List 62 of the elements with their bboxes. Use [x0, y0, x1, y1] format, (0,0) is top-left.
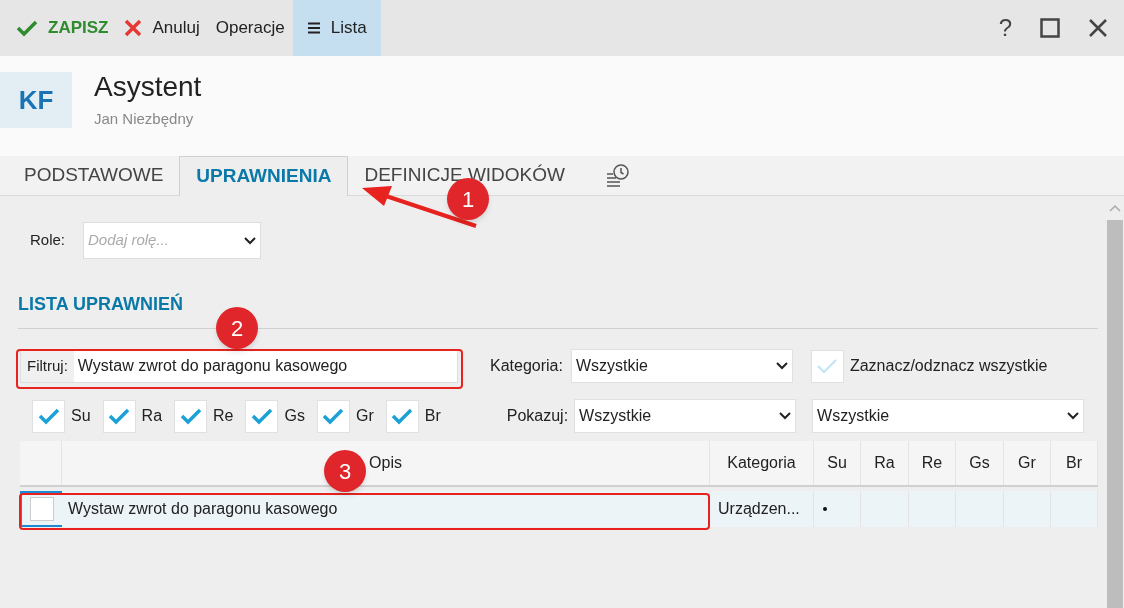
checkbox-label: Re: [213, 406, 234, 426]
checkmark-icon: [37, 407, 60, 425]
checkbox[interactable]: [174, 399, 208, 433]
checkbox[interactable]: [30, 497, 54, 521]
chevron-down-icon: [775, 362, 788, 370]
show-scope-dropdown[interactable]: Wszystkie: [812, 399, 1085, 433]
checkmark-icon: [816, 357, 839, 375]
chevron-down-icon: [244, 236, 257, 245]
section-title: LISTA UPRAWNIEŃ: [18, 294, 183, 314]
column-header: Kategoria: [727, 453, 796, 473]
column-header: Ra: [874, 453, 895, 473]
checkbox[interactable]: [32, 399, 65, 433]
filter-field[interactable]: Filtruj: Wystaw zwrot do paragonu kasowego: [20, 349, 458, 383]
select-all-label: Zaznacz/odznacz wszystkie: [849, 356, 1048, 376]
operations-button[interactable]: Operacje: [207, 0, 293, 56]
checkbox-label: Ra: [141, 406, 163, 426]
chevron-down-icon: [1067, 412, 1080, 420]
checkbox-label: Gr: [355, 406, 374, 426]
checkmark-icon: [322, 407, 345, 425]
close-icon[interactable]: [1088, 18, 1108, 38]
column-header: Gs: [969, 453, 990, 473]
show-label: Pokazuj:: [506, 406, 569, 426]
checkbox-label: Br: [424, 406, 441, 426]
category-dropdown[interactable]: Wszystkie: [570, 349, 793, 383]
column-header: Re: [921, 453, 943, 473]
cancel-button[interactable]: Anuluj: [116, 0, 208, 56]
tab[interactable]: PODSTAWOWE: [8, 156, 180, 195]
avatar-initials: KF: [0, 72, 72, 128]
show-dropdown[interactable]: Wszystkie: [574, 399, 797, 433]
column-header: Gr: [1018, 453, 1036, 473]
record-title: Asystent: [94, 70, 202, 104]
chevron-down-icon: [779, 412, 792, 420]
help-button[interactable]: ?: [998, 10, 1012, 46]
checkbox[interactable]: [245, 399, 279, 433]
list-button[interactable]: Lista: [292, 0, 381, 56]
filter-label: Filtruj:: [21, 350, 74, 382]
checkmark-icon: [16, 19, 38, 37]
checkbox[interactable]: [385, 399, 419, 433]
menu-icon: [306, 22, 321, 34]
checkmark-icon: [251, 407, 273, 425]
column-header: Br: [1066, 453, 1082, 473]
scroll-up-icon[interactable]: [1109, 204, 1121, 212]
tab[interactable]: UPRAWNIENIA: [179, 156, 349, 196]
checkmark-icon: [108, 407, 131, 425]
checkbox[interactable]: [102, 399, 136, 433]
checkbox-label: Gs: [284, 406, 305, 426]
step-badge: 2: [216, 307, 258, 349]
history-list-icon[interactable]: [605, 162, 631, 189]
maximize-icon[interactable]: [1040, 18, 1060, 38]
checkmark-icon: [179, 407, 202, 425]
select-all-checkbox[interactable]: [810, 349, 844, 383]
role-label: Role:: [30, 230, 66, 251]
column-header: Opis: [369, 453, 402, 473]
scrollbar-thumb[interactable]: [1107, 220, 1123, 608]
record-subtitle: Jan Niezbędny: [94, 109, 195, 129]
column-header: Su: [827, 453, 847, 473]
checkmark-icon: [391, 407, 414, 425]
category-label: Kategoria:: [490, 356, 563, 376]
checkbox[interactable]: [316, 399, 350, 433]
table-cell-text: Urządzen...: [718, 499, 800, 519]
checkbox-label: Su: [71, 406, 91, 426]
close-icon: [124, 19, 143, 37]
